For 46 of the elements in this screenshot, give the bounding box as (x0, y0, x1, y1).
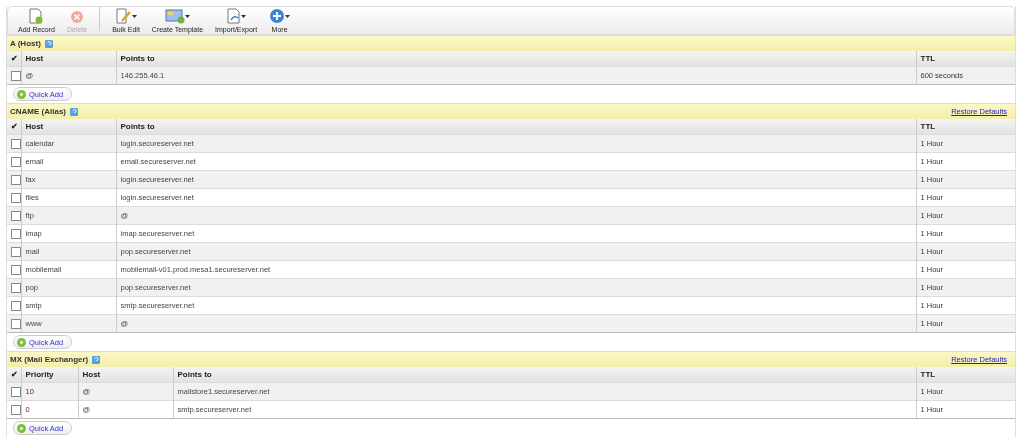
play-icon (17, 423, 26, 433)
checkbox[interactable] (11, 70, 21, 81)
checkbox[interactable] (11, 404, 21, 415)
checkbox[interactable] (11, 174, 21, 185)
column-header: Host (78, 367, 173, 383)
column-header: TTL (916, 367, 1015, 383)
delete-icon (70, 10, 85, 24)
section-title: CNAME (Alias) (10, 107, 66, 116)
select-all-checkmark[interactable]: ✔ (7, 367, 21, 383)
checkbox[interactable] (11, 264, 21, 275)
caret-icon (285, 14, 291, 18)
section-title: A (Host) (10, 39, 41, 48)
checkbox[interactable] (11, 138, 21, 149)
caret-icon (184, 14, 190, 18)
checkbox[interactable] (11, 192, 21, 203)
help-icon[interactable] (70, 107, 78, 116)
select-all-checkmark[interactable]: ✔ (7, 119, 21, 135)
play-icon (17, 337, 26, 347)
column-header: Points to (116, 51, 916, 67)
select-all-checkmark[interactable]: ✔ (7, 51, 21, 67)
column-header: Host (21, 51, 116, 67)
checkbox[interactable] (11, 246, 21, 257)
checkbox[interactable] (11, 386, 21, 397)
caret-icon (240, 14, 246, 18)
template-icon (164, 8, 185, 24)
help-icon[interactable] (44, 39, 53, 48)
column-header: Priority (21, 367, 78, 383)
play-icon (17, 89, 26, 99)
document-arrow-icon (226, 8, 241, 24)
plus-icon (269, 8, 286, 24)
column-header: Points to (116, 119, 916, 135)
checkbox[interactable] (11, 210, 21, 221)
column-header: Host (21, 119, 116, 135)
checkbox[interactable] (11, 228, 21, 239)
checkbox[interactable] (11, 156, 21, 167)
document-pencil-icon (115, 8, 132, 24)
column-header: TTL (916, 51, 1015, 67)
checkbox[interactable] (11, 282, 21, 293)
checkbox[interactable] (11, 318, 21, 329)
caret-icon (131, 14, 137, 18)
column-header: TTL (916, 119, 1015, 135)
section-title: MX (Mail Exchanger) (10, 355, 89, 364)
help-icon[interactable] (92, 355, 101, 364)
checkbox[interactable] (11, 300, 21, 311)
document-add-icon (29, 8, 44, 24)
column-header: Points to (173, 367, 916, 383)
